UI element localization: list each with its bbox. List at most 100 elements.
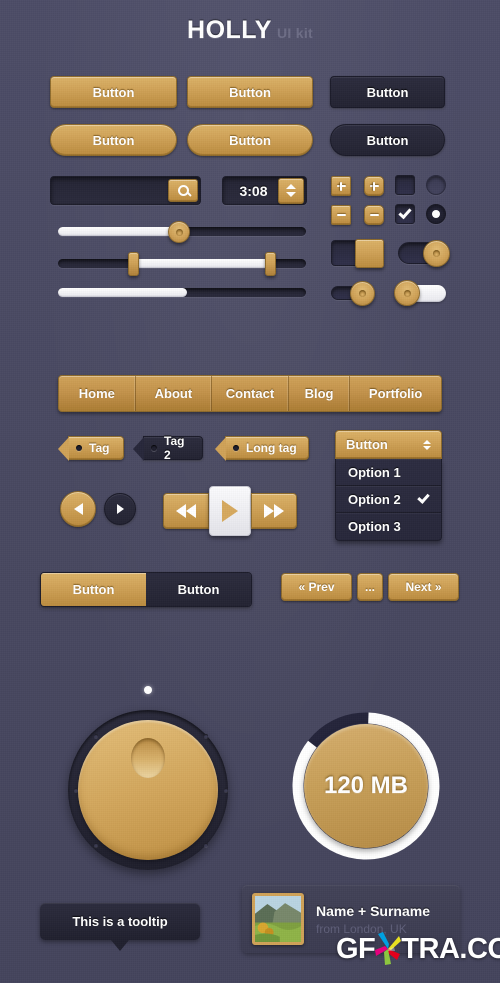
toggle-square-knob[interactable] bbox=[331, 239, 384, 268]
dropdown-list[interactable]: Option 1 Option 2 Option 3 bbox=[335, 459, 442, 541]
checkbox-checked[interactable] bbox=[395, 204, 415, 224]
toggle-knob[interactable] bbox=[394, 280, 420, 306]
tag-2[interactable]: Tag 2 bbox=[133, 434, 203, 462]
profile-card-text: Name + Surname from London, UK bbox=[316, 903, 430, 936]
minus-rounded-button[interactable] bbox=[364, 205, 384, 225]
knob-scale-dot bbox=[94, 734, 98, 738]
pagination-ellipsis-label: ... bbox=[364, 580, 375, 594]
gold-rect-button-2[interactable]: Button bbox=[187, 76, 313, 108]
pagination-prev-button[interactable]: « Prev bbox=[281, 573, 352, 601]
tag-label: Long tag bbox=[246, 441, 297, 455]
page-title: HOLLY UI kit bbox=[0, 16, 500, 45]
avatar bbox=[252, 893, 304, 945]
segmented-item-2[interactable]: Button bbox=[146, 573, 251, 606]
landscape-photo-icon bbox=[255, 896, 301, 942]
play-button[interactable] bbox=[209, 486, 251, 536]
rewind-icon bbox=[176, 504, 196, 518]
plus-square-button[interactable] bbox=[331, 176, 351, 196]
dropdown-option-3[interactable]: Option 3 bbox=[336, 513, 441, 540]
dropdown-option-label: Option 1 bbox=[348, 464, 401, 480]
triangle-down-icon[interactable] bbox=[286, 192, 296, 197]
nav-menu[interactable]: Home About Contact Blog Portfolio bbox=[58, 375, 442, 412]
nav-item-blog[interactable]: Blog bbox=[289, 376, 351, 411]
prev-circle-button[interactable] bbox=[60, 491, 96, 527]
slider-range-handle-right[interactable] bbox=[265, 252, 276, 276]
gold-round-button-1[interactable]: Button bbox=[50, 124, 177, 156]
toggle-small-knob[interactable] bbox=[331, 281, 375, 306]
toggle-white-track[interactable] bbox=[394, 280, 446, 306]
tag-notch bbox=[215, 437, 226, 461]
radio-unchecked[interactable] bbox=[426, 175, 446, 195]
nav-item-portfolio[interactable]: Portfolio bbox=[350, 376, 441, 411]
knob-indicator-dot bbox=[144, 686, 152, 694]
knob-face[interactable] bbox=[78, 720, 218, 860]
tooltip: This is a tooltip bbox=[40, 903, 200, 951]
knob-scale-dot bbox=[204, 734, 208, 738]
progress-bar-fill bbox=[58, 288, 187, 297]
checkbox-unchecked[interactable] bbox=[395, 175, 415, 195]
radio-checked[interactable] bbox=[426, 204, 446, 224]
toggle-knob[interactable] bbox=[355, 239, 384, 268]
watermark-text-after: TRA.COM bbox=[401, 932, 500, 965]
knob-dimple bbox=[131, 738, 165, 778]
time-stepper[interactable]: 3:08 bbox=[222, 176, 307, 205]
plus-rounded-button[interactable] bbox=[364, 176, 384, 196]
search-icon bbox=[177, 185, 189, 196]
pagination-ellipsis-button[interactable]: ... bbox=[357, 573, 383, 601]
triangle-up-icon[interactable] bbox=[286, 184, 296, 189]
search-input[interactable] bbox=[50, 176, 201, 205]
gold-round-button-2[interactable]: Button bbox=[187, 124, 313, 156]
pagination-next-button[interactable]: Next » bbox=[388, 573, 459, 601]
toggle-pill-knob[interactable] bbox=[398, 240, 450, 267]
dropdown-option-1[interactable]: Option 1 bbox=[336, 459, 441, 486]
title-subtitle: UI kit bbox=[276, 25, 313, 41]
slider-round-handle[interactable] bbox=[168, 221, 190, 243]
gold-rect-button-1[interactable]: Button bbox=[50, 76, 177, 108]
media-controls[interactable] bbox=[163, 486, 297, 536]
nav-item-contact[interactable]: Contact bbox=[212, 376, 289, 411]
dropdown-header[interactable]: Button bbox=[335, 430, 442, 459]
progress-bar-track[interactable] bbox=[58, 288, 306, 297]
knob-scale-dot bbox=[204, 843, 208, 847]
search-button[interactable] bbox=[168, 179, 198, 202]
dropdown-option-label: Option 3 bbox=[348, 519, 401, 534]
slider-fill-2 bbox=[132, 259, 277, 268]
dropdown-option-2[interactable]: Option 2 bbox=[336, 486, 441, 513]
pagination-next-label: Next » bbox=[405, 580, 442, 594]
knob-scale-dot bbox=[94, 843, 98, 847]
toggle-knob[interactable] bbox=[423, 240, 450, 267]
fast-forward-icon bbox=[264, 504, 284, 518]
dropdown-label: Button bbox=[346, 437, 388, 452]
button-label: Button bbox=[229, 132, 271, 148]
triangle-right-icon bbox=[116, 504, 124, 514]
forward-button[interactable] bbox=[251, 493, 297, 529]
toggle-knob[interactable] bbox=[350, 281, 375, 306]
tag-3[interactable]: Long tag bbox=[215, 436, 309, 461]
pagination-prev-label: « Prev bbox=[298, 580, 335, 594]
button-label: Button bbox=[366, 84, 409, 100]
progress-label: 120 MB bbox=[323, 772, 409, 799]
dark-rect-button[interactable]: Button bbox=[330, 76, 445, 108]
button-label: Button bbox=[229, 84, 271, 100]
stepper-value: 3:08 bbox=[239, 182, 268, 199]
rewind-button[interactable] bbox=[163, 493, 209, 529]
tag-1[interactable]: Tag bbox=[58, 436, 124, 461]
title-main: HOLLY bbox=[187, 16, 272, 44]
watermark-x-icon bbox=[375, 932, 402, 966]
check-icon bbox=[417, 491, 430, 504]
tooltip-text: This is a tooltip bbox=[72, 914, 168, 929]
radio-dot-icon bbox=[432, 210, 440, 218]
dark-round-button[interactable]: Button bbox=[330, 124, 445, 156]
slider-range-handle-left[interactable] bbox=[128, 252, 139, 276]
nav-item-home[interactable]: Home bbox=[59, 376, 136, 411]
stepper-arrows[interactable] bbox=[278, 177, 304, 204]
segmented-control[interactable]: Button Button bbox=[40, 572, 252, 607]
next-circle-button[interactable] bbox=[104, 493, 136, 525]
play-icon bbox=[222, 500, 238, 522]
minus-square-button[interactable] bbox=[331, 205, 351, 225]
segmented-item-1[interactable]: Button bbox=[41, 573, 146, 606]
nav-item-about[interactable]: About bbox=[136, 376, 213, 411]
button-label: Button bbox=[92, 132, 135, 148]
tag-label: Tag 2 bbox=[164, 434, 185, 462]
progress-circle[interactable]: 120 MB bbox=[290, 710, 442, 862]
